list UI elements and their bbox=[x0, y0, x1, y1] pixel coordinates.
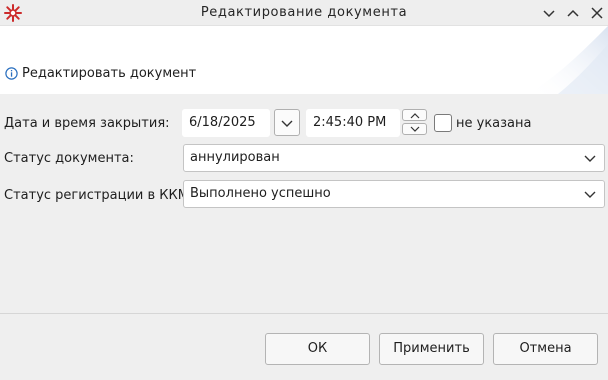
banner-decoration bbox=[528, 26, 608, 94]
chevron-up-icon bbox=[410, 113, 420, 119]
chevron-down-icon bbox=[281, 120, 293, 127]
doc-status-select[interactable]: аннулирован bbox=[183, 144, 605, 172]
header-text: Редактировать документ bbox=[22, 66, 197, 81]
close-datetime-label: Дата и время закрытия: bbox=[4, 116, 170, 131]
footer-divider bbox=[0, 313, 608, 314]
not-specified-label: не указана bbox=[456, 116, 532, 131]
time-spin-up[interactable] bbox=[402, 109, 427, 121]
chevron-down-icon bbox=[583, 187, 597, 201]
kkm-status-select[interactable]: Выполнено успешно bbox=[183, 180, 605, 208]
minimize-icon bbox=[543, 10, 555, 18]
doc-status-label: Статус документа: bbox=[4, 151, 134, 166]
time-value: 2:45:40 PM bbox=[313, 115, 387, 130]
date-value: 6/18/2025 bbox=[189, 115, 256, 130]
window-title: Редактирование документа bbox=[200, 5, 408, 20]
apply-button[interactable]: Применить bbox=[379, 333, 484, 365]
date-field[interactable]: 6/18/2025 bbox=[182, 109, 270, 137]
time-field[interactable]: 2:45:40 PM bbox=[306, 109, 400, 137]
doc-status-value: аннулирован bbox=[190, 150, 280, 165]
minimize-button[interactable] bbox=[541, 5, 557, 21]
maximize-button[interactable] bbox=[565, 5, 581, 21]
close-icon bbox=[591, 7, 603, 19]
date-picker-button[interactable] bbox=[274, 109, 300, 136]
kkm-status-label: Статус регистрации в ККМ: bbox=[4, 188, 194, 203]
kkm-status-value: Выполнено успешно bbox=[190, 186, 331, 201]
cancel-button[interactable]: Отмена bbox=[493, 333, 598, 365]
time-spin-down[interactable] bbox=[402, 123, 427, 135]
title-bar: Редактирование документа bbox=[0, 0, 608, 26]
ok-button[interactable]: ОК bbox=[265, 333, 370, 365]
chevron-down-icon bbox=[410, 126, 420, 132]
maximize-icon bbox=[567, 9, 579, 17]
chevron-down-icon bbox=[583, 151, 597, 165]
info-icon bbox=[5, 67, 18, 80]
not-specified-checkbox[interactable] bbox=[434, 114, 452, 132]
close-button[interactable] bbox=[589, 5, 605, 21]
header-banner: Редактировать документ bbox=[0, 26, 608, 94]
